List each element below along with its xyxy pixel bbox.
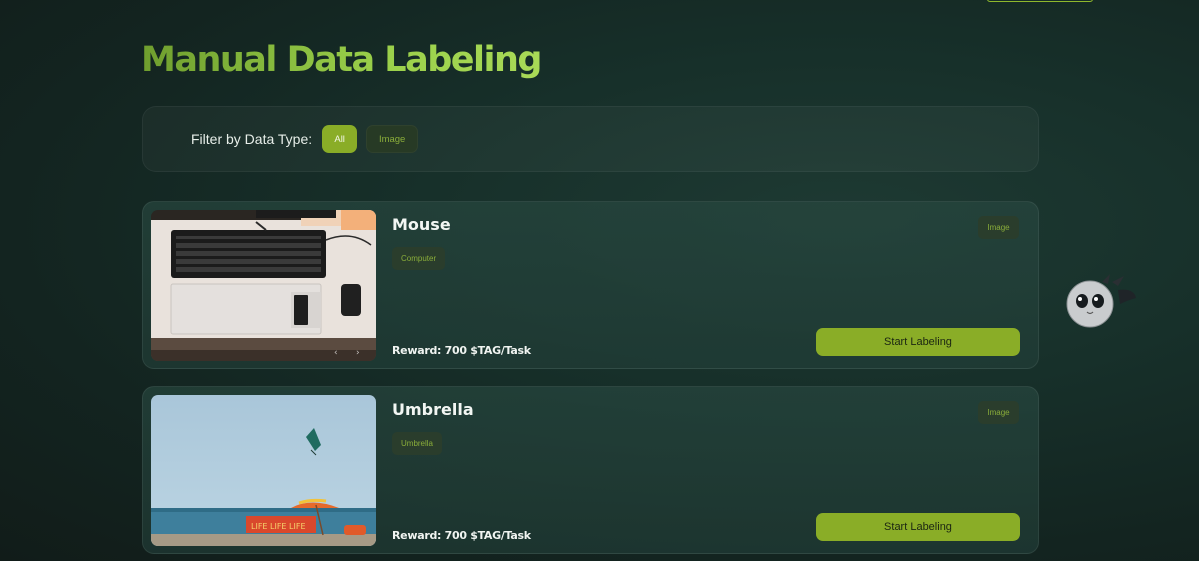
task-card-umbrella: LIFE LIFE LIFE Umbrella Umbrella Image R… xyxy=(142,386,1039,554)
filter-chip-image[interactable]: Image xyxy=(366,125,419,153)
task-title: Mouse xyxy=(392,215,451,234)
task-tag-chip: Umbrella xyxy=(392,432,443,455)
filter-label: Filter by Data Type: xyxy=(191,131,313,147)
task-tag-chip: Computer xyxy=(392,247,446,270)
filter-bar: Filter by Data Type: All Image xyxy=(142,106,1039,172)
task-reward: Reward: 700 $TAG/Task xyxy=(392,344,531,357)
page-title: Manual Data Labeling xyxy=(141,40,542,80)
task-image-keyboard: ‹ › xyxy=(151,210,376,361)
task-type-chip: Image xyxy=(978,401,1019,424)
mascot-icon[interactable] xyxy=(1062,270,1142,332)
task-reward: Reward: 700 $TAG/Task xyxy=(392,529,531,542)
svg-text:LIFE LIFE LIFE: LIFE LIFE LIFE xyxy=(251,522,306,531)
filter-chip-all[interactable]: All xyxy=(322,125,358,153)
task-image-beach: LIFE LIFE LIFE xyxy=(151,395,376,546)
beach-umbrella-photo-icon: LIFE LIFE LIFE xyxy=(151,395,376,546)
task-card-mouse: ‹ › Mouse Computer Image Reward: 700 $TA… xyxy=(142,201,1039,369)
task-title: Umbrella xyxy=(392,400,474,419)
start-labeling-button[interactable]: Start Labeling xyxy=(816,513,1020,541)
top-nav-button-edge[interactable] xyxy=(987,0,1093,2)
task-type-chip: Image xyxy=(978,216,1019,239)
svg-text:›: › xyxy=(356,348,360,358)
svg-text:‹: ‹ xyxy=(334,348,338,358)
keyboard-desk-photo-icon: ‹ › xyxy=(151,210,376,361)
start-labeling-button[interactable]: Start Labeling xyxy=(816,328,1020,356)
